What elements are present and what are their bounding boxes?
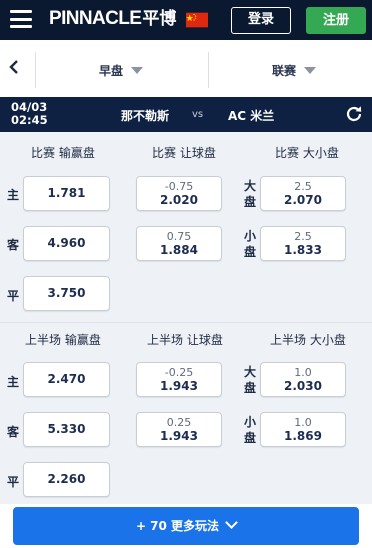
odds-line: 2.5 <box>294 230 312 243</box>
odds-line: -0.25 <box>164 366 194 379</box>
first-half-moneyline-title: 上半场 输赢盘 <box>25 333 101 347</box>
home-team-name: 那不勒斯 <box>121 109 170 123</box>
odds-line: 0.75 <box>166 230 192 243</box>
over-label: 大盘 <box>244 365 257 395</box>
odds-price: 1.833 <box>284 243 322 257</box>
odds-price: 2.470 <box>47 372 86 386</box>
pinnacle-logo[interactable]: PINNACLE平博 <box>49 8 176 30</box>
home-row-label: 主 <box>7 375 20 389</box>
odds-price: 1.884 <box>160 243 198 257</box>
odds-button-under-total[interactable]: 2.5 1.833 <box>260 226 346 261</box>
odds-price: 5.330 <box>47 422 86 436</box>
away-row-label: 客 <box>7 425 20 439</box>
away-team-name: AC 米兰 <box>228 109 275 123</box>
odds-button-home-moneyline[interactable]: 1.781 <box>23 176 110 211</box>
logo-text: PINNACLE <box>49 8 142 29</box>
full-time-total-title: 比赛 大小盘 <box>275 146 339 160</box>
odds-line: 1.0 <box>294 366 312 379</box>
full-time-moneyline-title: 比赛 输赢盘 <box>31 146 95 160</box>
odds-button-under-total-1h[interactable]: 1.0 1.869 <box>260 412 346 447</box>
odds-button-draw-moneyline-1h[interactable]: 2.260 <box>23 462 110 497</box>
odds-price: 4.960 <box>47 236 86 250</box>
match-time: 02:45 <box>11 113 48 127</box>
back-chevron-icon[interactable] <box>8 60 20 74</box>
over-label: 大盘 <box>244 179 257 209</box>
odds-button-away-moneyline[interactable]: 4.960 <box>23 226 110 261</box>
top-navigation-bar: PINNACLE平博 登录 注册 <box>0 0 372 40</box>
odds-price: 2.260 <box>47 472 86 486</box>
caret-down-icon <box>304 67 317 74</box>
odds-button-away-handicap-1h[interactable]: 0.25 1.943 <box>136 412 222 447</box>
odds-price: 2.070 <box>284 193 322 207</box>
china-flag-icon[interactable] <box>186 12 208 28</box>
filter-bar: 早盘 联赛 <box>0 40 372 92</box>
full-time-handicap-title: 比赛 让球盘 <box>152 146 216 160</box>
odds-button-over-total[interactable]: 2.5 2.070 <box>260 176 346 211</box>
league-label: 联赛 <box>272 64 297 78</box>
more-markets-label: + 70 更多玩法 <box>135 519 220 533</box>
odds-price: 3.750 <box>47 286 86 300</box>
odds-price: 1.781 <box>47 186 86 200</box>
first-half-total-title: 上半场 大小盘 <box>270 333 346 347</box>
more-markets-button[interactable]: + 70 更多玩法 <box>13 507 359 545</box>
odds-button-over-total-1h[interactable]: 1.0 2.030 <box>260 362 346 397</box>
odds-button-draw-moneyline[interactable]: 3.750 <box>23 276 110 311</box>
divider <box>208 52 209 88</box>
logo-cn-text: 平博 <box>142 9 177 29</box>
divider <box>35 52 36 88</box>
odds-line: 1.0 <box>294 416 312 429</box>
refresh-icon[interactable] <box>345 105 363 123</box>
register-button[interactable]: 注册 <box>306 7 366 34</box>
under-label: 小盘 <box>244 229 257 259</box>
first-half-handicap-title: 上半场 让球盘 <box>147 333 223 347</box>
caret-down-icon <box>131 67 144 74</box>
league-dropdown[interactable]: 联赛 <box>272 62 317 79</box>
odds-line: 0.25 <box>166 416 192 429</box>
odds-line: -0.75 <box>164 180 194 193</box>
login-button[interactable]: 登录 <box>231 7 291 34</box>
chevron-down-icon <box>225 516 238 529</box>
vs-label: vs <box>192 109 204 120</box>
odds-button-away-moneyline-1h[interactable]: 5.330 <box>23 412 110 447</box>
odds-price: 1.869 <box>284 429 322 443</box>
draw-row-label: 平 <box>7 289 20 303</box>
home-row-label: 主 <box>7 188 20 202</box>
odds-price: 1.943 <box>160 379 198 393</box>
odds-button-home-handicap[interactable]: -0.75 2.020 <box>136 176 222 211</box>
early-market-dropdown[interactable]: 早盘 <box>99 62 144 79</box>
match-header: 04/03 02:45 那不勒斯 vs AC 米兰 <box>0 97 372 132</box>
odds-button-home-moneyline-1h[interactable]: 2.470 <box>23 362 110 397</box>
odds-button-away-handicap[interactable]: 0.75 1.884 <box>136 226 222 261</box>
away-row-label: 客 <box>7 238 20 252</box>
hamburger-menu-icon[interactable] <box>10 10 32 28</box>
odds-line: 2.5 <box>294 180 312 193</box>
odds-price: 2.030 <box>284 379 322 393</box>
draw-row-label: 平 <box>7 475 20 489</box>
odds-price: 1.943 <box>160 429 198 443</box>
odds-price: 2.020 <box>160 193 198 207</box>
early-market-label: 早盘 <box>99 64 124 78</box>
odds-button-home-handicap-1h[interactable]: -0.25 1.943 <box>136 362 222 397</box>
under-label: 小盘 <box>244 415 257 445</box>
